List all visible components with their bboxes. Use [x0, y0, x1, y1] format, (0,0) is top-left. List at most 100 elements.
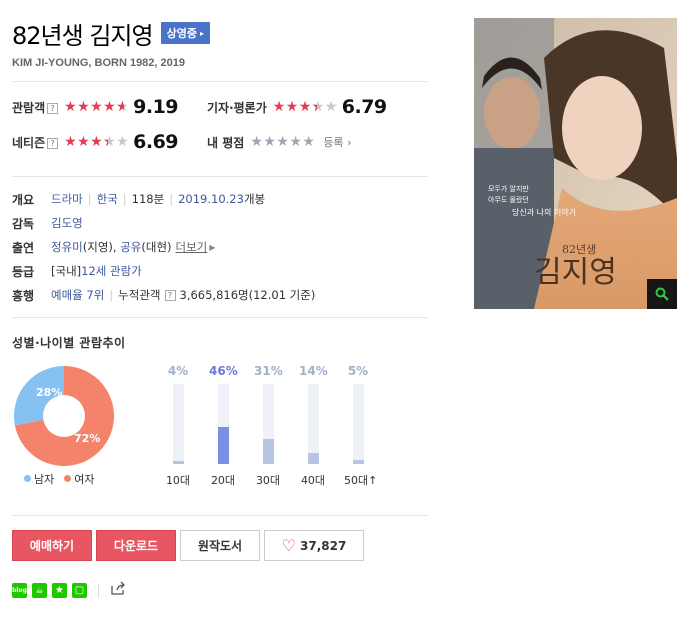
status-badge[interactable]: 상영중 ▸: [160, 22, 210, 44]
cast-label: 출연: [12, 240, 35, 255]
age-bar-fill: [262, 439, 274, 464]
star-icon: ★: [285, 99, 299, 115]
director-link[interactable]: 김도영: [51, 215, 83, 231]
movie-poster[interactable]: 모두가 알지만 아무도 몰랐던 당신과 나의 이야기 82년생 김지영: [474, 18, 677, 309]
age-bar-2: 31% 30대: [254, 364, 283, 488]
age-bar-4: 5% 50대↑: [344, 364, 378, 488]
age-label: 20대: [210, 474, 236, 487]
gender-donut-svg: 28% 72%: [13, 366, 115, 466]
age-bar-track: [262, 384, 274, 464]
audience-stars: ★ ★ ★ ★ ★ ★: [64, 100, 129, 114]
cast-link-2[interactable]: 공유: [120, 239, 141, 255]
age-label: 10대: [165, 474, 191, 487]
star-icon: ★: [324, 99, 338, 115]
bookmark-star-icon[interactable]: ★: [52, 583, 67, 598]
blog-icon[interactable]: blog: [12, 583, 27, 598]
star-icon: ★: [103, 99, 116, 115]
cafe-icon[interactable]: ☕: [32, 583, 47, 598]
download-button[interactable]: 다운로드: [96, 530, 176, 561]
legend-male: 남자: [24, 471, 54, 487]
female-dot-icon: [64, 475, 72, 482]
star-icon: ★: [298, 99, 312, 115]
country-link[interactable]: 한국: [97, 191, 118, 207]
star-icon: ★: [272, 99, 286, 115]
audience-rating-label: 관람객?: [12, 99, 59, 116]
memo-icon[interactable]: ▢: [72, 583, 87, 598]
age-bar-fill: [307, 452, 319, 464]
share-row: blog ☕ ★ ▢: [12, 581, 126, 600]
star-icon: ★★: [116, 99, 129, 115]
share-icon[interactable]: [110, 581, 126, 600]
divider: [12, 81, 428, 82]
book-button[interactable]: 예매하기: [12, 530, 92, 561]
critic-stars: ★★★★★★: [273, 100, 338, 114]
male-dot-icon: [24, 475, 31, 482]
help-icon[interactable]: ?: [47, 137, 59, 149]
booking-rank-link[interactable]: 예매율 7위: [51, 287, 104, 303]
poster-tagline-3: 당신과 나의 이야기: [512, 207, 576, 217]
age-bar-0: 4% 10대: [164, 364, 192, 488]
zoom-button[interactable]: [647, 279, 677, 309]
title-row: 82년생 김지영 상영중 ▸: [12, 18, 428, 50]
cast-link-1[interactable]: 정유미: [51, 239, 83, 255]
info-section: 개요 드라마 | 한국 | 118분 | 2019.10.23 개봉 감독 김도…: [12, 187, 428, 307]
original-book-button[interactable]: 원작도서: [180, 530, 260, 561]
age-pct-label: 5%: [347, 364, 369, 378]
grade-link[interactable]: 12세 관람가: [81, 263, 142, 279]
help-icon[interactable]: ?: [47, 102, 59, 114]
register-rating-link[interactable]: 등록 ›: [323, 134, 351, 150]
age-label: 50대↑: [344, 474, 378, 487]
star-icon: ★: [64, 99, 77, 115]
my-rating-label: 내 평점: [207, 135, 245, 150]
runtime: 118분: [131, 192, 165, 206]
rating-row-2: 네티즌? ★★★★★★ 6.69 내 평점 ★★★★★ 등록 ›: [12, 131, 428, 153]
critic-score: 6.79: [341, 96, 387, 118]
gender-legend: 남자 여자: [24, 471, 95, 487]
age-bar-1: 46% 20대: [209, 364, 238, 488]
director-label: 감독: [12, 216, 35, 231]
poster-tagline-2: 아무도 몰랐던: [488, 195, 529, 204]
help-icon[interactable]: ?: [164, 289, 176, 301]
poster-tagline-1: 모두가 알지만: [488, 184, 529, 193]
boxoffice-label: 흥행: [12, 288, 35, 303]
star-icon: ★: [90, 99, 103, 115]
netizen-rating-label: 네티즌?: [12, 134, 59, 151]
cumulative-value: 3,665,816명(12.01 기준): [179, 288, 316, 302]
donut-hole: [43, 395, 85, 437]
age-bar-track: [172, 384, 184, 464]
grade-label: 등급: [12, 264, 35, 279]
divider: [12, 515, 428, 516]
cast-row: 출연 정유미 (지영) , 공유 (대현) 더보기 ▶: [12, 239, 216, 255]
age-bar-track: [352, 384, 364, 464]
age-bar-fill: [217, 427, 229, 464]
status-badge-label: 상영중: [166, 27, 197, 40]
star-icon: ★: [77, 134, 90, 150]
chevron-right-icon: ›: [347, 136, 352, 149]
poster-image: 모두가 알지만 아무도 몰랐던 당신과 나의 이야기 82년생 김지영: [474, 18, 677, 309]
critic-rating: 기자·평론가 ★★★★★★ 6.79: [207, 96, 387, 118]
age-pct-label: 46%: [209, 364, 238, 378]
divider: [12, 176, 428, 177]
legend-female: 여자: [64, 471, 95, 487]
chevron-right-icon: ▸: [199, 28, 204, 38]
critic-rating-label: 기자·평론가: [207, 100, 267, 115]
separator: |: [122, 192, 127, 206]
age-pct-label: 14%: [299, 364, 328, 378]
separator: |: [169, 192, 174, 206]
gender-donut-chart: 28% 72%: [12, 364, 116, 468]
boxoffice-row: 흥행 예매율 7위 | 누적관객 ? 3,665,816명(12.01 기준): [12, 283, 428, 307]
divider: [12, 317, 428, 318]
release-date-link[interactable]: 2019.10.23: [178, 192, 244, 206]
cast-more-link[interactable]: 더보기: [176, 239, 208, 255]
grade-prefix: [국내]: [51, 264, 82, 278]
english-title: KIM JI-YOUNG, BORN 1982, 2019: [12, 57, 186, 69]
like-button[interactable]: ♡ 37,827: [264, 530, 364, 561]
genre-link[interactable]: 드라마: [51, 191, 83, 207]
grade-row: 등급 [국내] 12세 관람가: [12, 259, 428, 283]
magnifier-icon: [655, 287, 669, 301]
my-rating-stars[interactable]: ★ ★ ★ ★ ★: [250, 135, 315, 149]
ratings-section: 관람객? ★★★★★★ 9.19 기자·평론가 ★★★★★★ 6.79 네티즌?…: [12, 96, 428, 166]
age-bar-fill: [352, 460, 364, 464]
age-pct-label: 31%: [254, 364, 283, 378]
release-suffix: 개봉: [243, 192, 266, 206]
